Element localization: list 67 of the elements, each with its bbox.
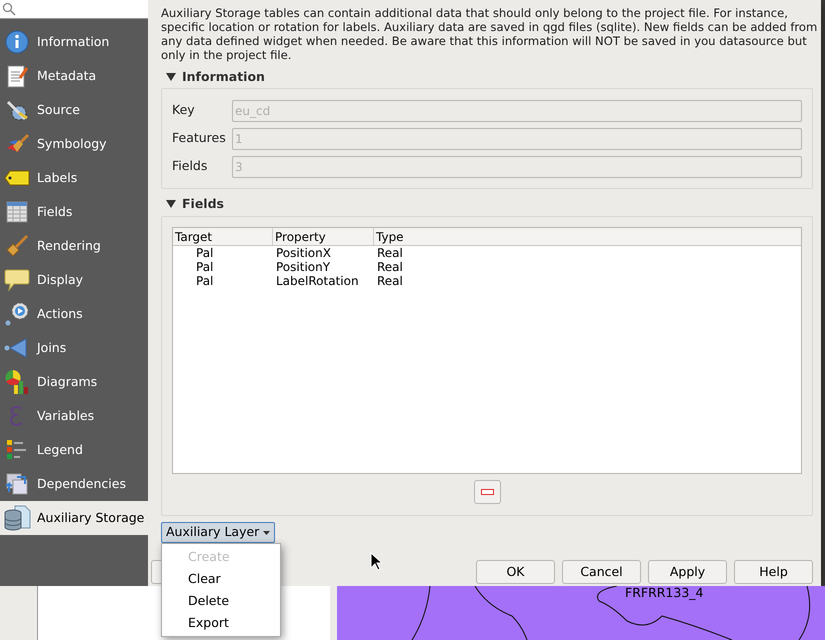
database-icon xyxy=(3,504,31,532)
brush-icon xyxy=(5,234,29,258)
table-cell: LabelRotation xyxy=(276,274,359,288)
table-cell: Real xyxy=(377,246,403,260)
field-label: Features xyxy=(172,129,227,148)
dialog-button[interactable]: OK xyxy=(476,560,555,584)
menu-item[interactable]: Export xyxy=(162,612,280,634)
arrows-icon xyxy=(5,472,29,496)
sidebar-item[interactable]: Variables xyxy=(0,399,148,433)
speech-bubble-icon xyxy=(4,268,30,292)
table-cell: Pal xyxy=(196,274,214,288)
minus-icon xyxy=(480,489,494,495)
search-field[interactable] xyxy=(0,0,148,19)
sidebar-item[interactable]: Rendering xyxy=(0,229,148,263)
section-title: Information xyxy=(182,68,265,86)
mouse-cursor-icon xyxy=(370,552,382,571)
dropdown-button[interactable]: Auxiliary Layer xyxy=(161,522,276,543)
expanded-triangle-icon[interactable] xyxy=(166,199,176,209)
map-label: FRFRR133_4 xyxy=(625,586,704,602)
table-row[interactable]: Pal LabelRotation Real xyxy=(173,274,801,288)
sidebar-item[interactable]: Diagrams xyxy=(0,365,148,399)
sidebar-item[interactable]: Source xyxy=(0,93,148,127)
dialog-button[interactable]: Cancel xyxy=(562,560,641,584)
splitter-handle[interactable] xyxy=(330,586,337,640)
column-header[interactable]: Target xyxy=(173,228,273,245)
sidebar-item[interactable]: Actions xyxy=(0,297,148,331)
description-text: Auxiliary Storage tables can contain additional data that should only belong to the project file. For instance, specific location or rotation for labels. Auxiliary data are saved in qgd files (sqlite). New fields can be added from any data defined widget when needed. Be aware that this information will NOT be saved in you datasource but only in the project file. xyxy=(161,6,818,62)
caret-icon xyxy=(263,530,270,534)
field-label: Fields xyxy=(172,157,208,176)
column-header[interactable]: Property xyxy=(273,228,374,245)
sidebar-item[interactable]: Fields xyxy=(0,195,148,229)
sidebar-item[interactable]: Legend xyxy=(0,433,148,467)
table-cell: Pal xyxy=(196,246,214,260)
info-icon xyxy=(5,30,29,54)
sidebar-item[interactable]: Labels xyxy=(0,161,148,195)
menu-item[interactable]: Delete xyxy=(162,590,280,612)
label-tag-icon xyxy=(4,170,30,186)
column-header[interactable]: Type xyxy=(374,228,801,245)
sidebar-item[interactable]: Symbology xyxy=(0,127,148,161)
sidebar-item[interactable]: Display xyxy=(0,263,148,297)
table-icon xyxy=(6,201,28,223)
sidebar-item[interactable]: Joins xyxy=(0,331,148,365)
sidebar-item[interactable]: Dependencies xyxy=(0,467,148,501)
wrench-gear-icon xyxy=(5,98,29,122)
table-cell: PositionX xyxy=(276,246,331,260)
table-cell: Pal xyxy=(196,260,214,274)
panel-background xyxy=(0,586,37,640)
table-row[interactable]: Pal PositionX Real xyxy=(173,246,801,260)
sidebar-item[interactable]: Metadata xyxy=(0,59,148,93)
gear-icon xyxy=(4,301,30,327)
expanded-triangle-icon[interactable] xyxy=(166,72,176,82)
table-cell: Real xyxy=(377,260,403,274)
document-icon xyxy=(5,64,29,88)
sidebar-item[interactable]: Auxiliary Storage xyxy=(0,501,148,535)
dialog-button[interactable]: Apply xyxy=(648,560,727,584)
table-row[interactable]: Pal PositionY Real xyxy=(173,260,801,274)
table-cell: Real xyxy=(377,274,403,288)
field-label: Key xyxy=(172,101,196,120)
legend-icon xyxy=(6,439,28,461)
section-title: Fields xyxy=(182,194,224,213)
dialog-button[interactable]: Help xyxy=(734,560,813,584)
chart-icon xyxy=(4,369,30,395)
remove-button[interactable] xyxy=(474,480,500,504)
search-icon xyxy=(2,2,16,16)
menu-item[interactable]: Clear xyxy=(162,568,280,590)
table-cell: PositionY xyxy=(276,260,330,274)
sidebar-item[interactable]: Information xyxy=(0,25,148,59)
